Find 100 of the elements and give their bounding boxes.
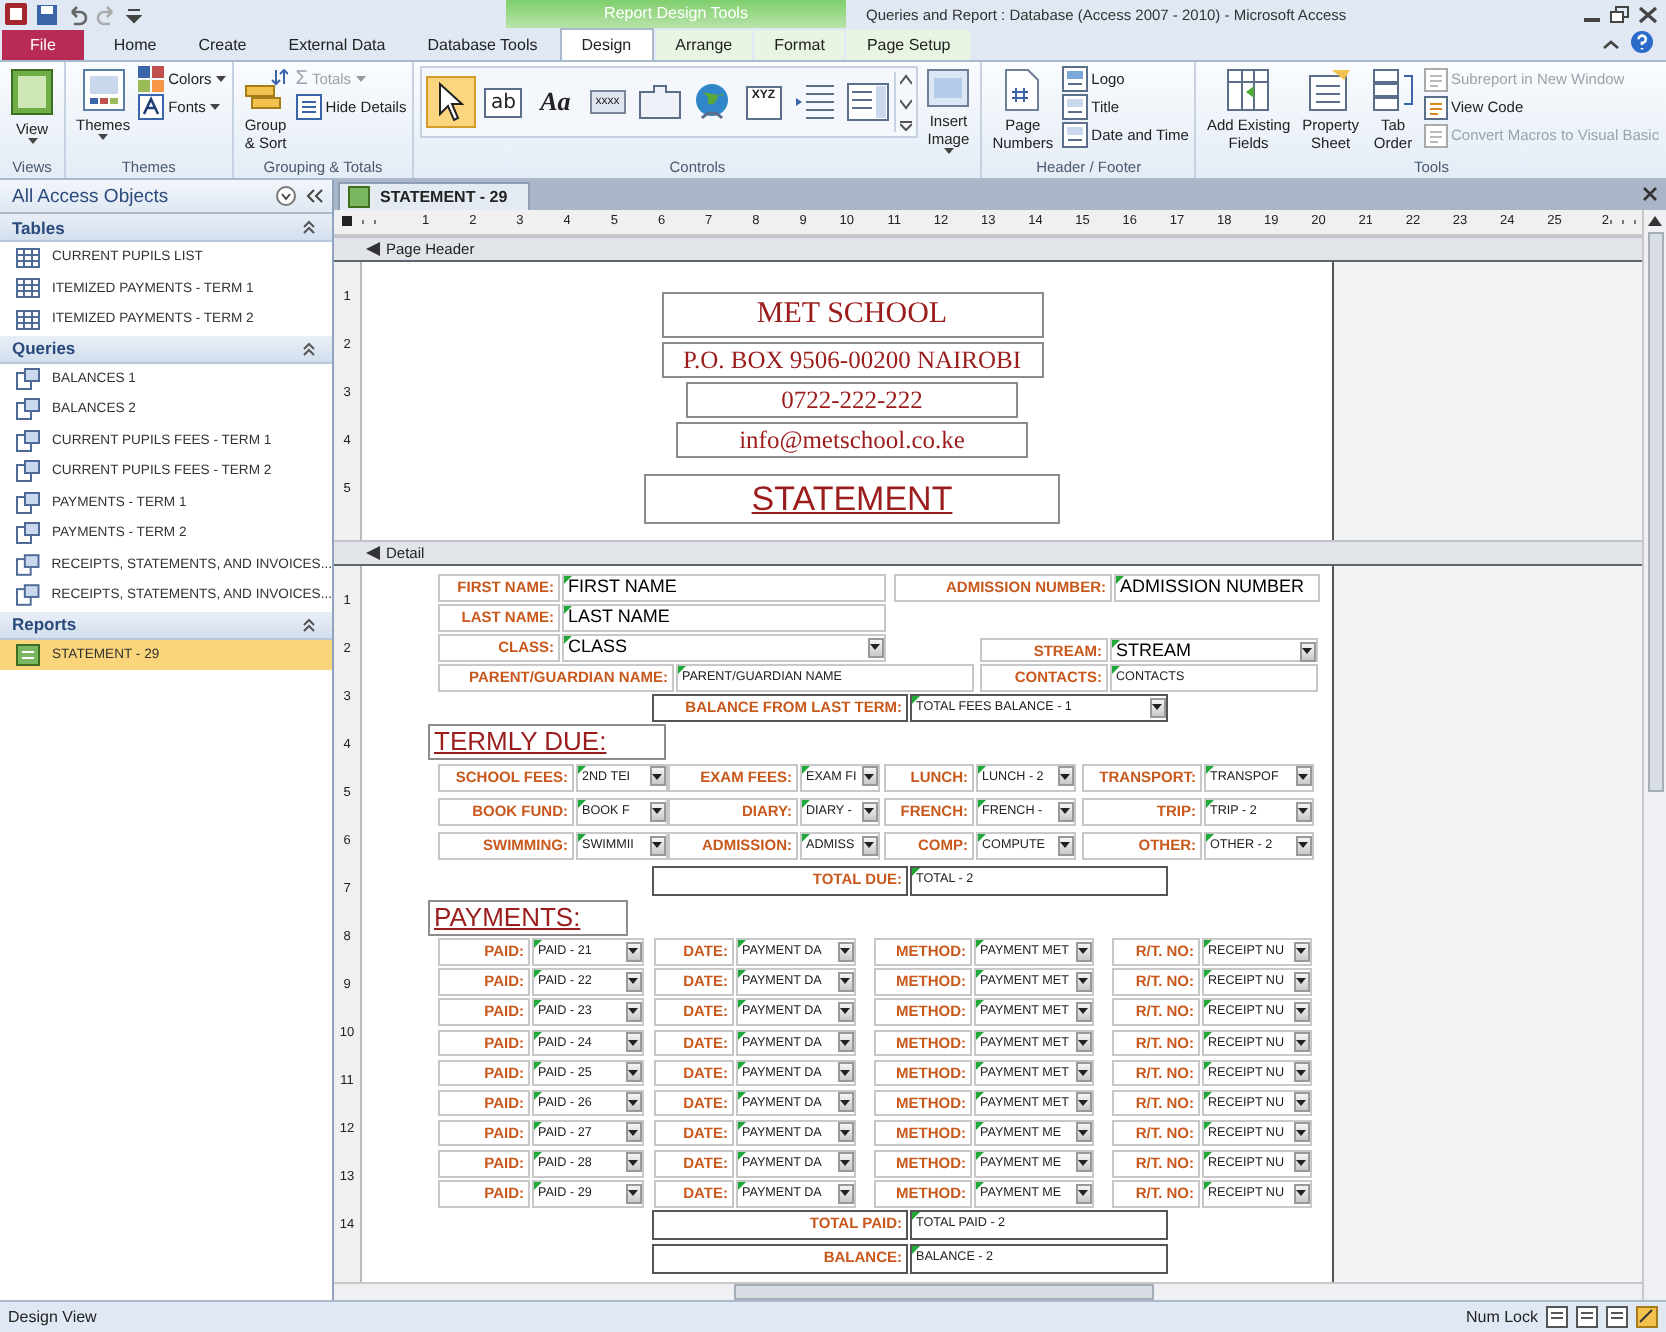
dropdown-button[interactable] — [625, 1062, 641, 1083]
ribbon-tab[interactable]: Page Setup — [846, 30, 971, 60]
section-heading[interactable]: PAYMENTS: — [428, 899, 628, 936]
view-switch-icon[interactable] — [1606, 1306, 1628, 1328]
dropdown-button[interactable] — [625, 1001, 641, 1022]
report-text-box[interactable]: P.O. BOX 9506-00200 NAIROBI — [661, 342, 1043, 378]
dropdown-button[interactable] — [1293, 1001, 1309, 1022]
dropdown-button[interactable] — [1075, 1122, 1091, 1143]
ribbon-tab[interactable]: File — [2, 30, 84, 60]
dropdown-button[interactable] — [837, 971, 853, 992]
view-switch-icon[interactable] — [1576, 1306, 1598, 1328]
vertical-scrollbar[interactable] — [1642, 210, 1666, 1300]
dropdown-button[interactable] — [1293, 1152, 1309, 1173]
save-icon[interactable] — [36, 3, 58, 25]
dropdown-button[interactable] — [1295, 835, 1311, 856]
ribbon-tab[interactable]: Arrange — [655, 30, 753, 60]
section-heading[interactable]: TERMLY DUE: — [428, 724, 666, 761]
dropdown-button[interactable] — [625, 1092, 641, 1113]
undo-icon[interactable] — [66, 3, 88, 25]
text-box[interactable]: LAST NAME — [562, 604, 886, 632]
report-text-box[interactable]: info@metschool.co.ke — [676, 422, 1028, 458]
collapse-pane-icon[interactable] — [306, 188, 324, 204]
dropdown-button[interactable] — [1057, 835, 1073, 856]
scrollbar-thumb[interactable] — [1647, 232, 1663, 792]
close-icon[interactable] — [1638, 5, 1658, 23]
help-icon[interactable] — [1630, 30, 1654, 54]
control-tool[interactable]: Aa — [530, 76, 581, 128]
dropdown-button[interactable] — [1057, 766, 1073, 787]
design-view-icon[interactable] — [1636, 1306, 1658, 1328]
dropdown-circle-icon[interactable] — [276, 186, 296, 206]
scrollbar-thumb[interactable] — [734, 1284, 1154, 1300]
dropdown-button[interactable] — [1075, 1032, 1091, 1053]
dropdown-button[interactable] — [837, 1183, 853, 1203]
ribbon-tab[interactable]: Create — [178, 30, 267, 60]
dropdown-button[interactable] — [1075, 1152, 1091, 1173]
dropdown-button[interactable] — [625, 971, 641, 992]
dropdown-button[interactable] — [649, 766, 665, 787]
dropdown-button[interactable] — [837, 1122, 853, 1143]
ribbon-tab[interactable]: Design — [559, 28, 654, 60]
dropdown-button[interactable] — [837, 1092, 853, 1113]
dropdown-button[interactable] — [1075, 941, 1091, 962]
document-tab[interactable]: STATEMENT - 29 — [338, 182, 530, 210]
restore-icon[interactable] — [1610, 5, 1630, 23]
dropdown-button[interactable] — [1293, 941, 1309, 962]
dropdown-button[interactable] — [1149, 697, 1165, 718]
dropdown-button[interactable] — [625, 1032, 641, 1053]
dropdown-button[interactable] — [649, 835, 665, 856]
dropdown-button[interactable] — [625, 941, 641, 962]
customize-menu-icon[interactable] — [126, 5, 142, 23]
ribbon-tab[interactable]: Format — [754, 30, 845, 60]
text-box[interactable]: ADMISSION NUMBER — [1114, 574, 1320, 602]
dropdown-button[interactable] — [837, 1001, 853, 1022]
navigation-section-header[interactable]: Tables — [0, 214, 332, 242]
ribbon-tab[interactable]: External Data — [268, 30, 406, 60]
dropdown-button[interactable] — [837, 1062, 853, 1083]
dropdown-button[interactable] — [867, 637, 883, 658]
dropdown-button[interactable] — [1293, 1062, 1309, 1083]
dropdown-button[interactable] — [1075, 1001, 1091, 1022]
dropdown-button[interactable] — [837, 941, 853, 962]
view-switch-icon[interactable] — [1546, 1306, 1568, 1328]
dropdown-button[interactable] — [625, 1122, 641, 1143]
dropdown-button[interactable] — [625, 1152, 641, 1173]
scroll-up-icon[interactable] — [1648, 216, 1662, 226]
dropdown-button[interactable] — [625, 1183, 641, 1203]
dropdown-button[interactable] — [1075, 971, 1091, 992]
dropdown-button[interactable] — [1293, 971, 1309, 992]
close-icon[interactable] — [1642, 186, 1658, 202]
dropdown-button[interactable] — [861, 766, 877, 787]
dropdown-button[interactable] — [837, 1032, 853, 1053]
error-indicator-icon — [976, 940, 984, 949]
ribbon-tab[interactable]: Database Tools — [407, 30, 558, 60]
dropdown-button[interactable] — [649, 801, 665, 822]
navigation-section-header[interactable]: Reports — [0, 611, 332, 639]
dropdown-button[interactable] — [1293, 1032, 1309, 1053]
control-tool[interactable]: ab — [478, 76, 529, 128]
dropdown-button[interactable] — [861, 835, 877, 856]
dropdown-button[interactable] — [1295, 766, 1311, 787]
text-box[interactable]: FIRST NAME — [562, 574, 886, 602]
navigation-section-header[interactable]: Queries — [0, 335, 332, 363]
combo-box[interactable]: STREAM — [1110, 638, 1318, 662]
combo-box[interactable]: CLASS — [562, 634, 886, 662]
control-tool[interactable] — [426, 76, 477, 128]
dropdown-button[interactable] — [837, 1152, 853, 1173]
dropdown-button[interactable] — [1295, 801, 1311, 822]
dropdown-button[interactable] — [1293, 1122, 1309, 1143]
dropdown-button[interactable] — [1075, 1183, 1091, 1203]
tab-order-icon — [1371, 68, 1415, 112]
collapse-ribbon-icon[interactable] — [1602, 36, 1620, 54]
dropdown-button[interactable] — [1299, 641, 1315, 662]
gallery-scroller[interactable] — [894, 72, 913, 132]
dropdown-button[interactable] — [1293, 1092, 1309, 1113]
report-text-box[interactable]: MET SCHOOL — [661, 292, 1043, 338]
report-text-box[interactable]: 0722-222-222 — [686, 382, 1018, 418]
dropdown-button[interactable] — [1057, 801, 1073, 822]
report-text-box[interactable]: STATEMENT — [644, 474, 1060, 524]
dropdown-button[interactable] — [861, 801, 877, 822]
ribbon-tab[interactable]: Home — [93, 30, 177, 60]
dropdown-button[interactable] — [1075, 1062, 1091, 1083]
dropdown-button[interactable] — [1293, 1183, 1309, 1203]
dropdown-button[interactable] — [1075, 1092, 1091, 1113]
